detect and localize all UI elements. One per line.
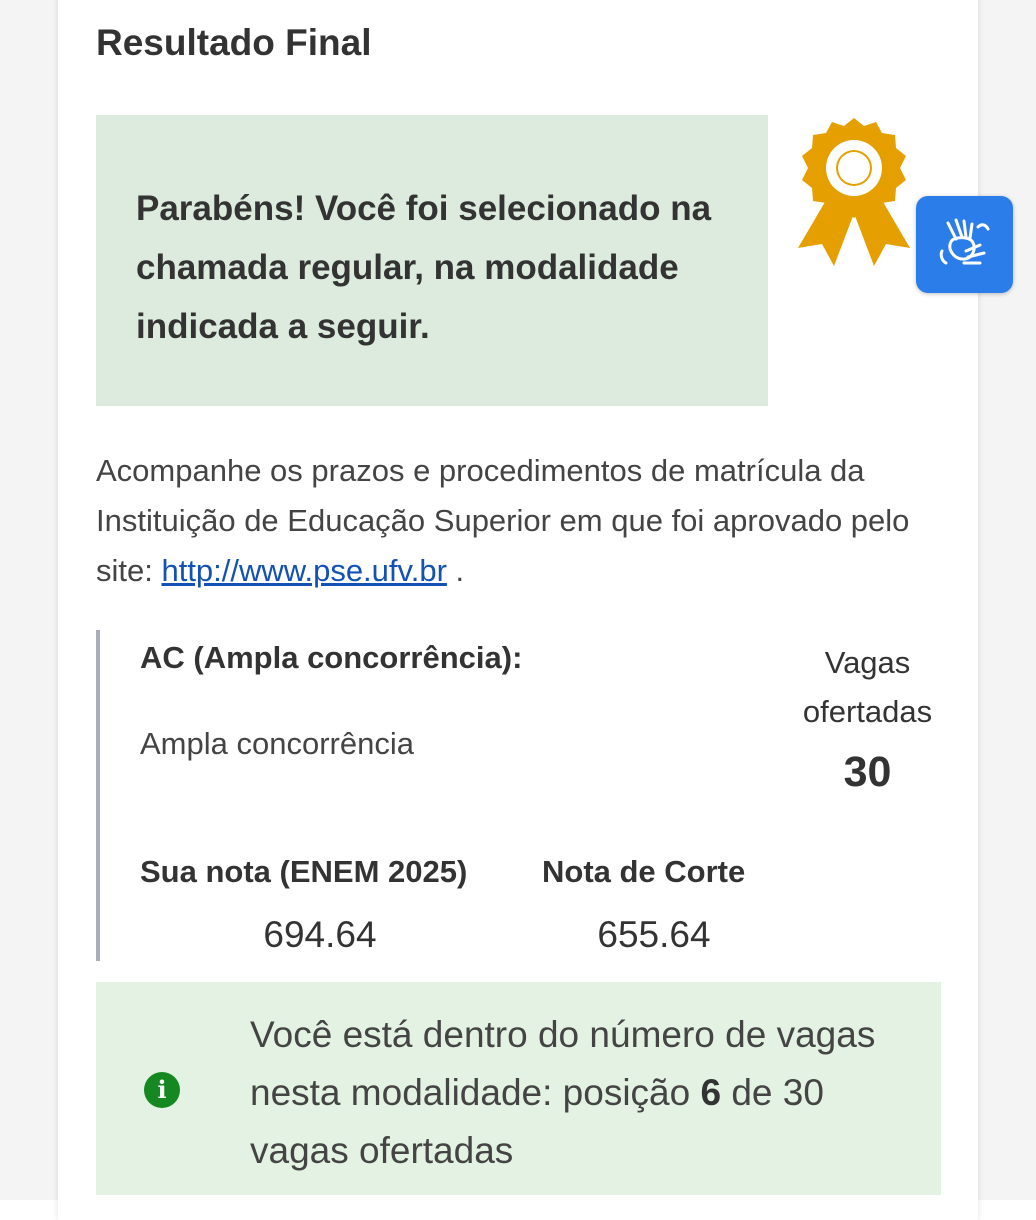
sign-language-button[interactable] bbox=[916, 196, 1013, 293]
modality-description: Ampla concorrência bbox=[140, 726, 414, 761]
score-value: 694.64 bbox=[263, 914, 377, 955]
university-site-link[interactable]: http://www.pse.ufv.br bbox=[161, 553, 446, 588]
congrats-message: Parabéns! Você foi selecionado na chamad… bbox=[136, 189, 712, 346]
enrollment-info-suffix: . bbox=[446, 553, 465, 588]
status-alert: i Você está dentro do número de vagas ne… bbox=[96, 982, 941, 1195]
vacancies-value: 30 bbox=[843, 748, 892, 796]
ranking-position: 6 bbox=[700, 1072, 722, 1113]
vacancies-label: Vagas ofertadas bbox=[802, 645, 933, 729]
status-message: Você está dentro do número de vagas nest… bbox=[250, 1006, 930, 1180]
modality-code: AC (Ampla concorrência): bbox=[140, 640, 523, 675]
sign-language-icon bbox=[934, 211, 996, 278]
score-label: Sua nota (ENEM 2025) bbox=[140, 854, 468, 889]
cutoff-value: 655.64 bbox=[597, 914, 711, 955]
info-icon: i bbox=[144, 1072, 180, 1108]
congrats-banner: Parabéns! Você foi selecionado na chamad… bbox=[96, 115, 768, 406]
award-ribbon-icon bbox=[794, 112, 914, 272]
modality-details: AC (Ampla concorrência): Ampla concorrên… bbox=[96, 630, 950, 961]
page-title: Resultado Final bbox=[96, 22, 372, 63]
cutoff-label: Nota de Corte bbox=[542, 854, 746, 889]
enrollment-info: Acompanhe os prazos e procedimentos de m… bbox=[96, 446, 936, 596]
